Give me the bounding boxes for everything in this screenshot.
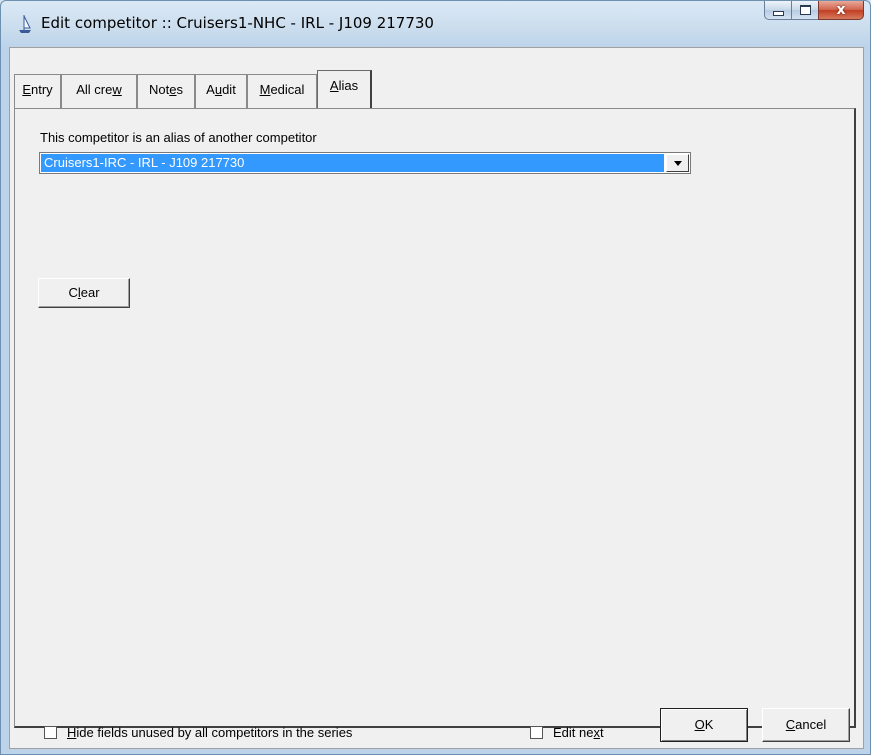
window-title: Edit competitor :: Cruisers1-NHC - IRL -… [41,14,434,32]
tab-entry[interactable]: Entry [14,74,61,108]
ok-button[interactable]: OK [660,708,748,742]
tab-notes-label: Notes [149,82,183,97]
tab-entry-mnemonic: E [22,82,31,97]
tab-alias-label: Alias [329,78,359,93]
alias-selected-value: Cruisers1-IRC - IRL - J109 217730 [41,154,664,172]
close-icon: x [836,2,846,18]
hide-unused-fields-box[interactable] [44,726,57,739]
hide-unused-fields-checkbox[interactable]: Hide fields unused by all competitors in… [44,725,352,740]
tab-all-crew[interactable]: All crew [61,74,137,108]
tab-alias[interactable]: Alias [317,70,372,108]
title-bar[interactable]: Edit competitor :: Cruisers1-NHC - IRL -… [1,1,870,47]
cancel-button-mnemonic: C [785,717,796,732]
chevron-down-icon [673,160,682,166]
alias-tab-panel [14,108,856,728]
tab-all-crew-mnemonic: w [112,82,122,97]
maximize-button[interactable] [791,1,818,20]
tab-medical[interactable]: Medical [247,74,317,108]
clear-button[interactable]: Clear [38,278,130,308]
tab-audit[interactable]: Audit [195,74,247,108]
dropdown-arrow-button[interactable] [666,154,689,172]
hide-unused-fields-label: Hide fields unused by all competitors in… [67,725,353,740]
maximize-icon [799,5,811,15]
tab-entry-label: Entry [22,82,53,97]
ok-button-mnemonic: O [694,717,705,732]
tab-audit-label: Audit [206,82,236,97]
cancel-button-label: Cancel [785,717,827,732]
alias-competitor-dropdown[interactable]: Cruisers1-IRC - IRL - J109 217730 [39,152,691,174]
cancel-button[interactable]: Cancel [762,708,850,742]
alias-description-label: This competitor is an alias of another c… [40,130,317,145]
dialog-window: Edit competitor :: Cruisers1-NHC - IRL -… [0,0,871,755]
edit-next-label: Edit next [553,725,604,740]
tab-medical-label: Medical [259,82,305,97]
sailboat-icon [19,15,31,33]
tab-medical-mnemonic: M [259,82,271,97]
edit-next-checkbox[interactable]: Edit next [530,725,604,740]
tab-audit-mnemonic: u [214,82,223,97]
ok-button-label: OK [694,717,714,732]
clear-button-label: Clear [68,285,100,300]
close-button[interactable]: x [818,1,864,20]
minimize-button[interactable] [764,1,791,20]
dialog-client-area: Entry All crew Notes Audit Medical Alias… [9,47,864,749]
hide-unused-fields-mnemonic: H [67,725,77,740]
tab-all-crew-label: All crew [76,82,122,97]
tab-alias-mnemonic: A [329,78,339,93]
minimize-icon [772,11,784,16]
tab-notes[interactable]: Notes [137,74,195,108]
edit-next-box[interactable] [530,726,543,739]
caption-buttons: x [764,1,864,20]
